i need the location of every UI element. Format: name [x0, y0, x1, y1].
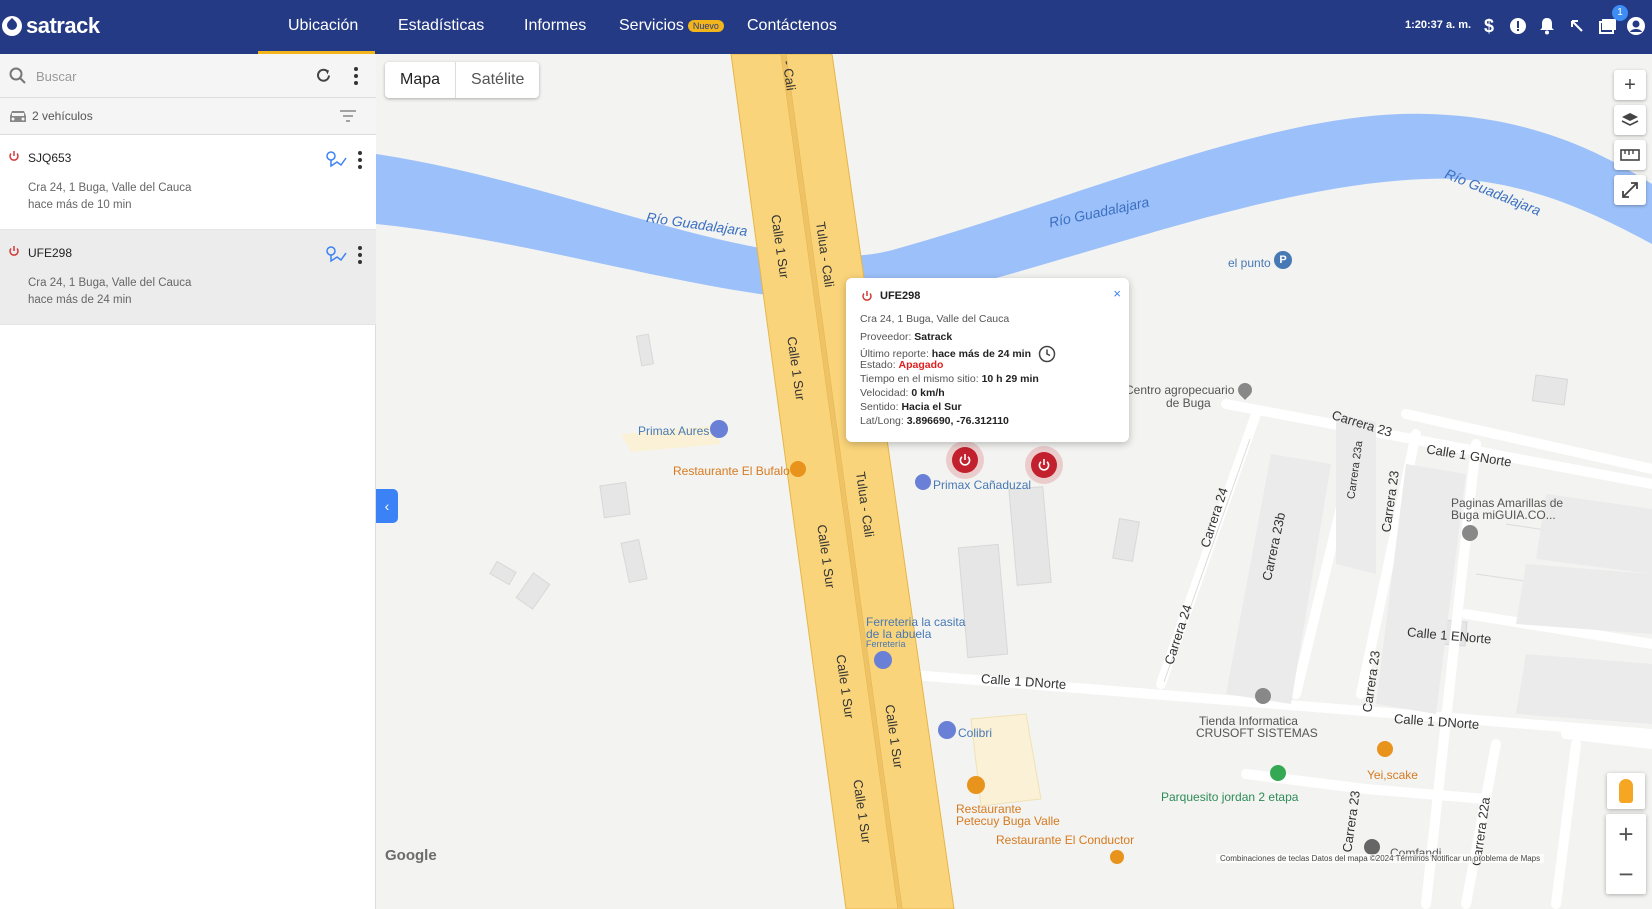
parking-icon[interactable]: P: [1274, 251, 1292, 269]
nav-informes[interactable]: Informes: [524, 17, 586, 35]
poi-label: Colibri: [958, 726, 993, 740]
popup-provider: Proveedor: Satrack: [860, 331, 953, 343]
nav-servicios-label: Servicios: [619, 17, 684, 34]
satrack-logo-icon: [2, 16, 22, 36]
popup-time-same-place: Tiempo en el mismo sitio: 10 h 29 min: [860, 373, 1039, 385]
vehicle-plate: SJQ653: [28, 151, 72, 165]
fullscreen-icon[interactable]: [1614, 175, 1646, 205]
satrack-logo[interactable]: satrack: [2, 13, 100, 39]
clock: 1:20:37 a. m.: [1405, 19, 1472, 31]
vehicle-marker-sjq653[interactable]: [1025, 446, 1063, 484]
popup-latlong: Lat/Long: 3.896690, -76.312110: [860, 415, 1009, 427]
vehicle-plate: UFE298: [28, 246, 73, 260]
poi-label: Primax Aures: [638, 424, 710, 438]
search-bar: [0, 54, 376, 98]
poi-label: el punto: [1228, 256, 1271, 270]
top-bar: satrack Ubicación Estadísticas Informes …: [0, 0, 1652, 54]
map-type-control: Mapa Satélite: [385, 62, 540, 98]
park-icon[interactable]: [1270, 765, 1286, 781]
search-icon: [9, 67, 26, 84]
power-off-icon: [1038, 459, 1050, 471]
add-button[interactable]: +: [1614, 70, 1646, 100]
restaurant-icon[interactable]: [790, 461, 806, 477]
popup-status: Estado: Apagado: [860, 359, 944, 371]
poi-label: CRUSOFT SISTEMAS: [1196, 726, 1318, 740]
vehicle-item-sjq653[interactable]: SJQ653 Cra 24, 1 Buga, Valle del Cauca h…: [0, 135, 376, 230]
nav-estadisticas[interactable]: Estadísticas: [398, 17, 484, 35]
brand-name: satrack: [26, 13, 100, 38]
restaurant-icon[interactable]: [1377, 741, 1393, 757]
car-icon: [10, 111, 26, 122]
popup-plate: UFE298: [880, 290, 921, 302]
poi-label: de Buga: [1166, 396, 1211, 410]
power-off-icon: [959, 454, 971, 466]
vehicle-more-menu[interactable]: [357, 151, 363, 169]
vehicle-sidebar: 2 vehículos SJQ653 Cra 24, 1 Buga, Valle…: [0, 54, 376, 909]
clock-icon[interactable]: [1038, 345, 1056, 363]
popup-direction: Sentido: Hacia el Sur: [860, 401, 962, 413]
poi-label: Yei,scake: [1367, 768, 1418, 782]
shop-icon[interactable]: [938, 721, 956, 739]
vehicle-marker-ufe298[interactable]: [946, 441, 984, 479]
popup-speed: Velocidad: 0 km/h: [860, 387, 945, 399]
shop-icon[interactable]: [874, 651, 892, 669]
route-icon[interactable]: [325, 245, 347, 265]
poi-label: Restaurante El Bufalo: [673, 464, 790, 478]
popup-close-button[interactable]: ×: [1113, 286, 1121, 301]
dollar-icon[interactable]: $: [1478, 15, 1500, 37]
filter-icon[interactable]: [339, 109, 357, 123]
place-pin-icon[interactable]: [1462, 525, 1478, 541]
zoom-out-button[interactable]: −: [1606, 854, 1646, 894]
vehicle-address: Cra 24, 1 Buga, Valle del Cauca: [28, 182, 192, 194]
vehicle-address: Cra 24, 1 Buga, Valle del Cauca: [28, 277, 192, 289]
poi-label: Buga miGUIA.CO...: [1451, 508, 1556, 522]
poi-label: Centro agropecuario: [1125, 383, 1235, 397]
ruler-icon[interactable]: [1614, 140, 1646, 170]
poi-label: Primax Cañaduzal: [933, 478, 1032, 492]
restaurant-icon[interactable]: [1110, 850, 1124, 864]
vehicle-more-menu[interactable]: [357, 246, 363, 264]
google-logo: Google: [385, 847, 437, 864]
poi-label: Ferretería: [866, 639, 906, 649]
power-off-icon: [9, 246, 19, 256]
search-input[interactable]: [36, 64, 296, 88]
map-view[interactable]: Río Guadalajara Río Guadalajara Río Guad…: [376, 54, 1652, 909]
account-icon[interactable]: [1625, 15, 1647, 37]
vehicle-count: 2 vehículos: [32, 109, 93, 123]
alert-icon[interactable]: [1507, 15, 1529, 37]
vehicle-last-report: hace más de 24 min: [28, 294, 132, 306]
vehicle-last-report: hace más de 10 min: [28, 199, 132, 211]
restaurant-icon[interactable]: [967, 776, 985, 794]
zoom-control: + −: [1606, 814, 1646, 894]
layers-icon[interactable]: [1614, 105, 1646, 135]
power-off-icon: [862, 291, 872, 301]
refresh-icon[interactable]: [315, 67, 332, 84]
vehicle-count-row: 2 vehículos: [0, 98, 376, 135]
gas-station-icon[interactable]: [915, 474, 931, 490]
street-view-pegman-icon[interactable]: [1607, 773, 1645, 809]
nav-servicios[interactable]: Servicios Nuevo: [619, 17, 724, 35]
nav-ubicacion[interactable]: Ubicación: [288, 17, 358, 35]
collapse-sidebar-button[interactable]: ‹: [376, 489, 398, 523]
popup-address: Cra 24, 1 Buga, Valle del Cauca: [860, 313, 1010, 325]
bell-icon[interactable]: [1536, 15, 1558, 37]
search-more-menu[interactable]: [353, 67, 359, 85]
poi-label: Restaurante El Conductor: [996, 833, 1135, 847]
route-icon[interactable]: [325, 150, 347, 170]
poi-label: Parquesito jordan 2 etapa: [1161, 790, 1299, 804]
power-off-icon: [9, 151, 19, 161]
map-type-mapa[interactable]: Mapa: [385, 62, 457, 98]
zoom-in-button[interactable]: +: [1606, 814, 1646, 854]
new-badge: Nuevo: [687, 19, 724, 32]
place-pin-icon[interactable]: [1255, 688, 1271, 704]
place-pin-icon[interactable]: [1364, 839, 1380, 855]
poi-label: Petecuy Buga Valle: [956, 814, 1060, 828]
gas-station-icon[interactable]: [710, 420, 728, 438]
arrow-icon[interactable]: [1566, 15, 1588, 37]
map-type-satelite[interactable]: Satélite: [456, 62, 539, 98]
map-attribution[interactable]: Combinaciones de teclas Datos del mapa ©…: [1216, 854, 1545, 863]
nav-contactenos[interactable]: Contáctenos: [747, 17, 837, 35]
vehicle-info-popup: UFE298 × Cra 24, 1 Buga, Valle del Cauca…: [846, 278, 1129, 442]
vehicle-item-ufe298[interactable]: UFE298 Cra 24, 1 Buga, Valle del Cauca h…: [0, 230, 376, 325]
